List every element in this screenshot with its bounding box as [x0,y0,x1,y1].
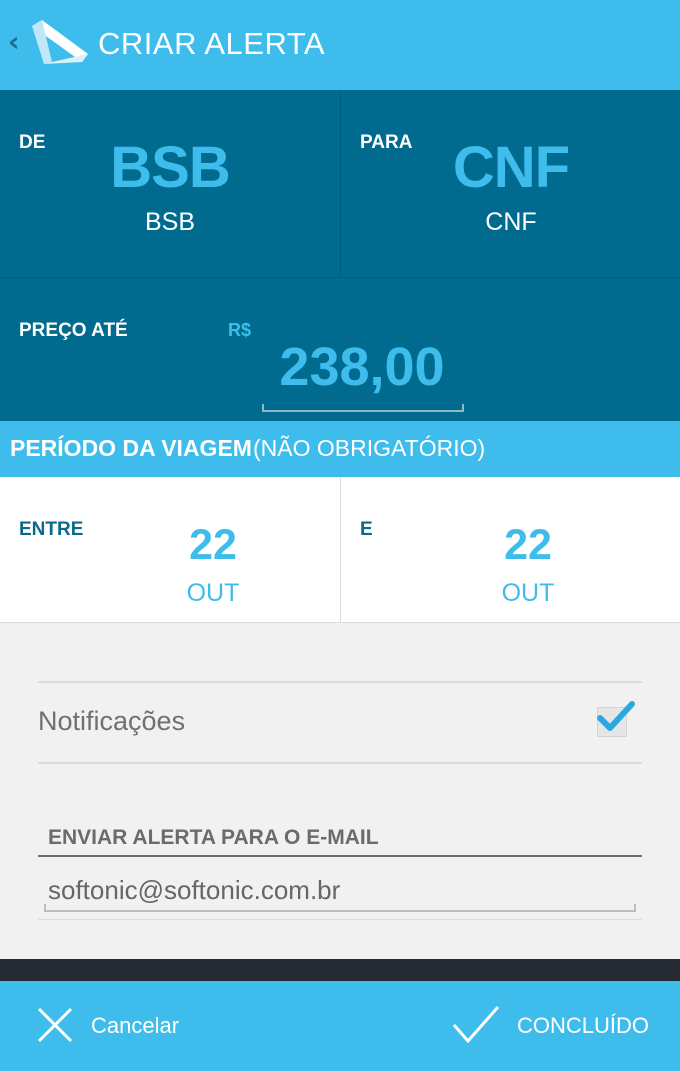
divider [38,919,642,920]
done-button-label: CONCLUÍDO [517,1013,650,1038]
page-title: CRIAR ALERTA [98,26,326,61]
origin-selector[interactable]: DE BSB BSB [0,90,340,278]
start-date-month: OUT [186,579,240,607]
price-label: PREÇO ATÉ [19,320,128,341]
email-section-label: ENVIAR ALERTA PARA O E-MAIL [48,826,379,849]
top-app-bar: ‹ CRIAR ALERTA [0,0,680,90]
price-panel: PREÇO ATÉ R$ 238,00 [0,278,680,421]
end-date-month: OUT [501,579,555,607]
end-date-label: E [360,519,373,540]
end-date-day: 22 [504,521,552,569]
checkmark-icon [597,701,635,731]
origin-code: BSB [110,135,230,200]
route-panel: DE BSB BSB PARA CNF CNF [0,90,680,278]
date-range-panel: ENTRE 22 OUT E 22 OUT [0,477,680,623]
chevron-left-icon[interactable]: ‹ [8,28,20,56]
period-section-header: PERÍODO DA VIAGEM (NÃO OBRIGATÓRIO) [0,421,680,477]
price-input-underline [262,404,464,412]
currency-symbol: R$ [228,320,252,340]
divider [38,681,642,683]
period-title: PERÍODO DA VIAGEM [10,435,252,461]
bottom-separator [0,959,680,981]
cancel-button-label: Cancelar [91,1013,180,1038]
start-date-picker[interactable]: ENTRE 22 OUT [0,477,340,623]
end-date-picker[interactable]: E 22 OUT [340,477,680,623]
app-logo-icon[interactable] [30,20,88,64]
email-input-underline [44,904,636,912]
close-icon [37,1007,73,1043]
notifications-label: Notificações [38,706,186,736]
done-button[interactable]: CONCLUÍDO [440,981,680,1071]
price-input[interactable]: 238,00 [262,336,462,398]
destination-selector[interactable]: PARA CNF CNF [340,90,680,278]
check-icon [452,1006,500,1044]
bottom-action-bar: Cancelar CONCLUÍDO [0,981,680,1071]
destination-name: CNF [485,208,537,236]
origin-name: BSB [144,208,196,236]
period-optional-note: (NÃO OBRIGATÓRIO) [253,435,486,461]
divider [38,855,642,857]
cancel-button[interactable]: Cancelar [0,981,240,1071]
destination-code: CNF [452,135,570,200]
start-date-day: 22 [189,521,237,569]
start-date-label: ENTRE [19,519,84,540]
divider [38,762,642,764]
